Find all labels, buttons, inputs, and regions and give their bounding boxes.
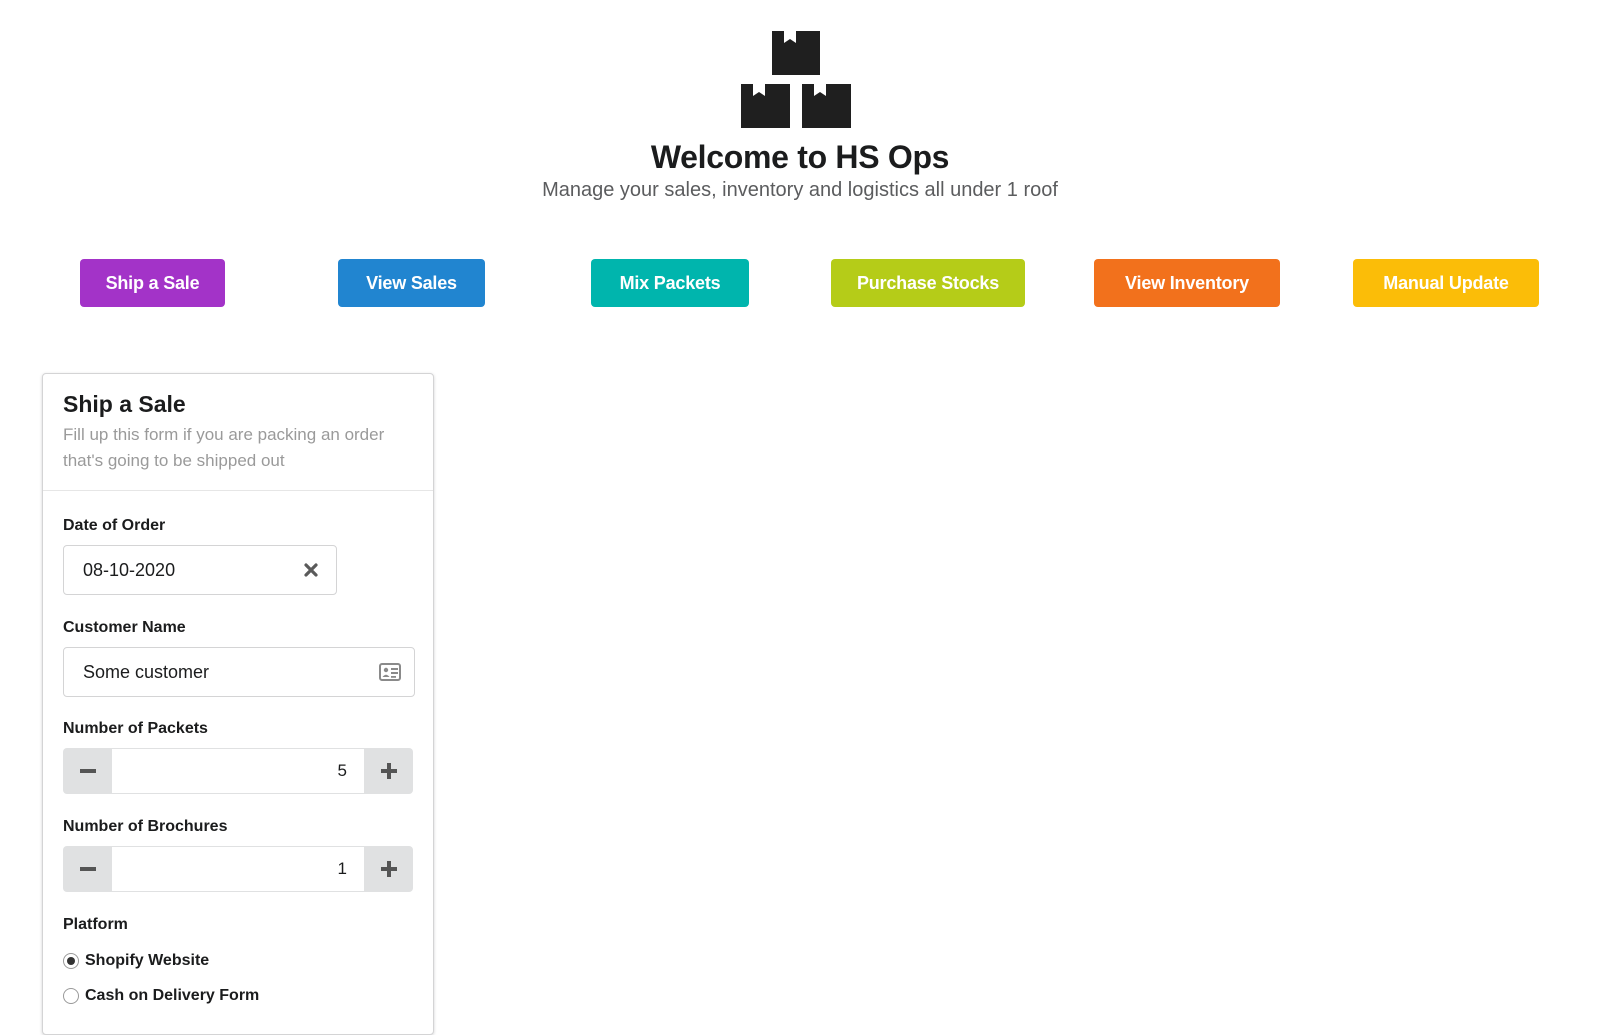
brochures-stepper xyxy=(63,846,413,892)
radio-shopify-website[interactable]: Shopify Website xyxy=(63,950,209,972)
boxes-icon xyxy=(741,31,851,128)
card-title: Ship a Sale xyxy=(63,391,186,417)
mix-packets-button[interactable]: Mix Packets xyxy=(591,259,749,307)
view-sales-button[interactable]: View Sales xyxy=(338,259,485,307)
radio-label: Shopify Website xyxy=(85,952,210,969)
brochures-increment-button[interactable] xyxy=(364,846,413,892)
plus-icon xyxy=(380,763,397,779)
packets-input[interactable] xyxy=(112,748,364,794)
packets-decrement-button[interactable] xyxy=(63,748,112,794)
customer-name-field xyxy=(63,647,415,697)
date-of-order-input[interactable] xyxy=(64,546,294,594)
minus-icon xyxy=(79,769,96,773)
ship-a-sale-button[interactable]: Ship a Sale xyxy=(80,259,225,307)
card-description: Fill up this form if you are packing an … xyxy=(63,425,385,470)
customer-name-label: Customer Name xyxy=(63,619,186,636)
radio-cash-on-delivery-form[interactable]: Cash on Delivery Form xyxy=(63,985,259,1007)
manual-update-button[interactable]: Manual Update xyxy=(1353,259,1539,307)
ship-a-sale-card: Ship a Sale Fill up this form if you are… xyxy=(42,373,434,1035)
radio-button-checked[interactable] xyxy=(63,953,79,969)
view-inventory-button[interactable]: View Inventory xyxy=(1094,259,1280,307)
page-title: Welcome to HS Ops xyxy=(650,139,950,175)
minus-icon xyxy=(79,867,96,871)
radio-button[interactable] xyxy=(63,988,79,1004)
close-icon[interactable] xyxy=(294,546,328,594)
date-of-order-field xyxy=(63,545,337,595)
date-of-order-label: Date of Order xyxy=(63,517,166,534)
purchase-stocks-button[interactable]: Purchase Stocks xyxy=(831,259,1025,307)
number-of-packets-label: Number of Packets xyxy=(63,720,208,737)
number-of-brochures-label: Number of Brochures xyxy=(63,818,228,835)
packets-increment-button[interactable] xyxy=(364,748,413,794)
card-header: Ship a Sale Fill up this form if you are… xyxy=(43,374,433,491)
id-card-icon xyxy=(372,648,408,696)
brochures-decrement-button[interactable] xyxy=(63,846,112,892)
brochures-input[interactable] xyxy=(112,846,364,892)
customer-name-input[interactable] xyxy=(64,648,364,696)
plus-icon xyxy=(380,861,397,877)
packets-stepper xyxy=(63,748,413,794)
platform-label: Platform xyxy=(63,916,128,933)
page-subtitle: Manage your sales, inventory and logisti… xyxy=(542,179,1058,201)
radio-label: Cash on Delivery Form xyxy=(85,987,260,1004)
